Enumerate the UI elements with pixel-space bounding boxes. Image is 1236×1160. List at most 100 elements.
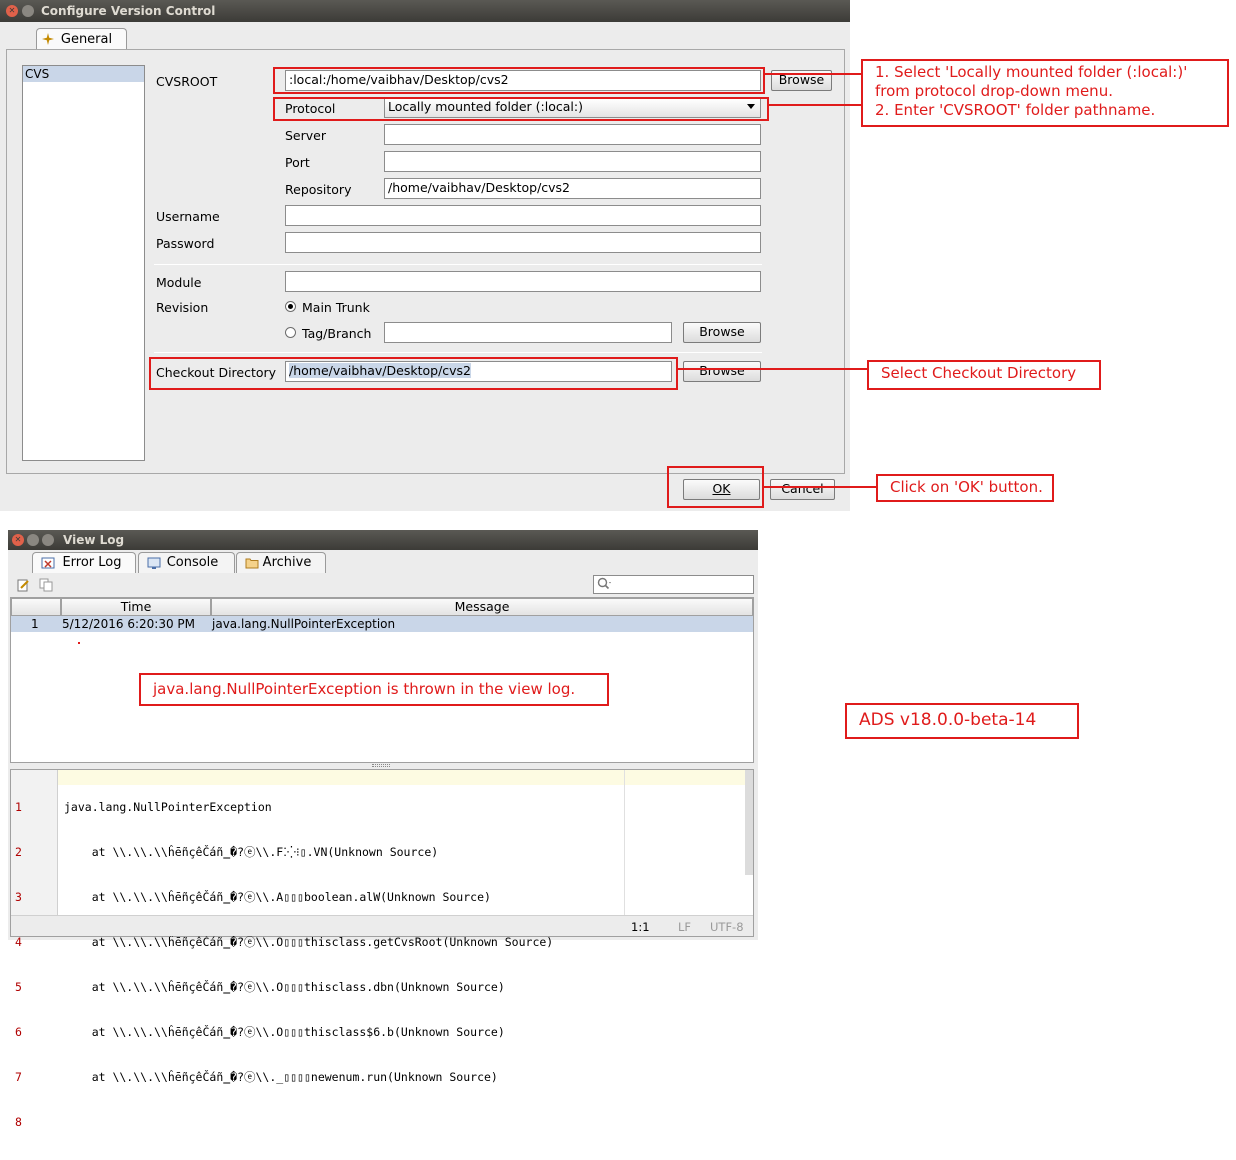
tab-general[interactable]: General [36,28,127,50]
server-input[interactable] [384,124,761,145]
dialog-titlebar: ✕ Configure Version Control [0,0,850,22]
revision-label: Revision [156,300,209,315]
annotation-line: from protocol drop-down menu. [875,82,1113,100]
row-message: java.lang.NullPointerException [212,617,396,631]
print-margin [624,770,625,915]
main-trunk-radio[interactable] [285,301,296,312]
tab-error-log-label: Error Log [62,555,122,570]
module-input[interactable] [285,271,761,292]
view-log-titlebar: ✕ View Log [8,530,758,550]
search-icon [597,577,613,593]
line-ending: LF [678,920,692,934]
copy-icon[interactable] [39,578,53,592]
log-detail-editor[interactable]: 1 2 3 4 5 6 7 8 java.lang.NullPointerExc… [10,769,754,1129]
editor-statusbar: 1:1 LF UTF-8 [11,915,753,936]
annotation-line: 2. Enter 'CVSROOT' folder pathname. [875,101,1156,119]
stack-trace-text: java.lang.NullPointerException at \\.\\.… [64,770,624,1145]
line-number-gutter: 1 2 3 4 5 6 7 8 [11,770,58,1129]
connector-line [678,368,868,370]
checkout-highlight [149,357,678,390]
tag-branch-input[interactable] [384,322,672,343]
row-time: 5/12/2016 6:20:30 PM [62,617,196,631]
port-label: Port [285,155,310,170]
tag-branch-label: Tag/Branch [302,326,372,341]
connector-line [764,486,877,488]
line-number: 1 [15,800,22,814]
maximize-icon[interactable] [42,534,54,546]
vcs-type-list[interactable]: CVS [22,65,145,461]
annotation-line: 1. Select 'Locally mounted folder (:loca… [875,63,1188,81]
repository-label: Repository [285,182,352,197]
export-log-icon[interactable] [16,578,30,592]
scrollbar[interactable] [745,770,753,875]
encoding: UTF-8 [710,920,744,934]
stack-trace-line: at \\.\\.\\ĥēñçêČáñ‗�?ⓔ\\.O▯▯▯thisclass.… [64,980,505,994]
line-number: 6 [15,1025,22,1039]
repository-input[interactable]: /home/vaibhav/Desktop/cvs2 [384,178,761,199]
connector-line [769,104,862,106]
column-header-time[interactable]: Time [61,598,211,616]
dialog-title: Configure Version Control [41,4,216,18]
tab-general-label: General [60,32,113,47]
stack-trace-line: at \\.\\.\\ĥēñçêČáñ‗�?ⓔ\\.A▯▯▯boolean.al… [64,890,491,904]
stack-trace-line: java.lang.NullPointerException [64,800,272,814]
list-item-cvs[interactable]: CVS [23,66,144,82]
tab-console[interactable]: Console [138,552,235,573]
row-index: 1 [31,617,39,631]
cursor-position: 1:1 [631,920,650,934]
column-header-message[interactable]: Message [211,598,753,616]
cvsroot-highlight [273,67,765,94]
minimize-icon[interactable] [22,5,34,17]
password-label: Password [156,236,215,251]
line-number: 5 [15,980,22,994]
error-log-icon [41,556,55,570]
tag-branch-radio[interactable] [285,327,296,338]
main-trunk-label: Main Trunk [302,300,370,315]
view-log-window: ✕ View Log Error Log Console Archive Tim… [8,530,758,1129]
line-number: 7 [15,1070,22,1084]
cvsroot-annotation: 1. Select 'Locally mounted folder (:loca… [861,59,1229,127]
username-label: Username [156,209,220,224]
close-icon[interactable]: ✕ [6,5,18,17]
radio-selected-dot [288,304,293,309]
console-icon [147,556,161,570]
splitter-handle[interactable] [372,764,390,767]
line-number: 8 [15,1115,22,1129]
table-row[interactable]: 1 5/12/2016 6:20:30 PM java.lang.NullPoi… [11,616,753,632]
tab-archive-label: Archive [262,555,312,570]
separator [154,352,762,353]
ok-annotation: Click on 'OK' button. [876,474,1054,502]
checkout-browse-button[interactable]: Browse [683,361,761,382]
stack-trace-line: at \\.\\.\\ĥēñçêČáñ‗�?ⓔ\\.F⁚⁛⁝▯.VN(Unkno… [64,845,439,859]
line-number: 3 [15,890,22,904]
ok-highlight [667,466,764,508]
exception-annotation: java.lang.NullPointerException is thrown… [139,673,609,706]
cancel-button[interactable]: Cancel [770,479,835,500]
server-label: Server [285,128,326,143]
tab-console-label: Console [166,555,219,570]
password-input[interactable] [285,232,761,253]
stack-trace-line: at \\.\\.\\ĥēñçêČáñ‗�?ⓔ\\._▯▯▯▯newenum.r… [64,1070,498,1084]
tag-branch-browse-button[interactable]: Browse [683,322,761,343]
tab-archive[interactable]: Archive [236,552,326,573]
module-label: Module [156,275,202,290]
protocol-highlight [273,97,769,121]
port-input[interactable] [384,151,761,172]
folder-icon [245,556,259,570]
checkout-annotation: Select Checkout Directory [867,360,1101,390]
line-number: 2 [15,845,22,859]
close-icon[interactable]: ✕ [12,534,24,546]
stack-trace-line: at \\.\\.\\ĥēñçêČáñ‗�?ⓔ\\.O▯▯▯thisclass.… [64,935,554,949]
username-input[interactable] [285,205,761,226]
marker-dot [78,642,80,644]
minimize-icon[interactable] [27,534,39,546]
separator [154,264,762,265]
column-header-index[interactable] [11,598,61,616]
sparkle-icon [41,32,55,46]
log-search-input[interactable] [593,575,754,594]
tab-error-log[interactable]: Error Log [32,552,136,573]
view-log-title: View Log [63,533,125,547]
line-number: 4 [15,935,22,949]
stack-trace-line: at \\.\\.\\ĥēñçêČáñ‗�?ⓔ\\.O▯▯▯thisclass$… [64,1025,505,1039]
connector-line [765,73,862,75]
